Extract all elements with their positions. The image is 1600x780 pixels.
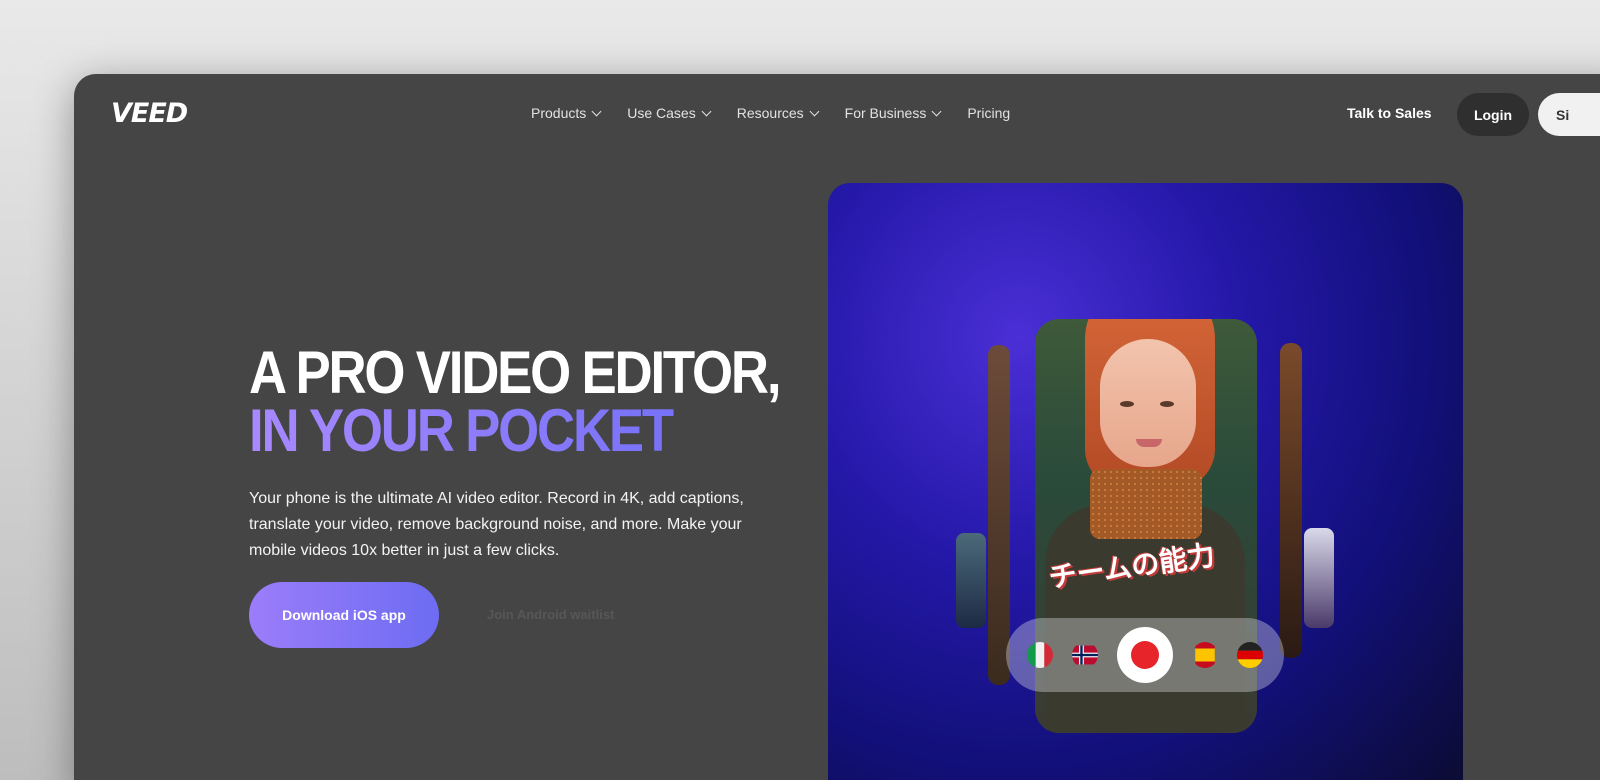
person-face [1100, 339, 1196, 467]
hero-video-preview: チームの能力 [828, 183, 1463, 780]
person-collar [1090, 469, 1202, 539]
eye [1120, 401, 1134, 407]
side-card [956, 533, 986, 628]
menu-label: Resources [736, 105, 804, 121]
chevron-down-icon [809, 106, 820, 116]
germany-flag-icon[interactable] [1236, 642, 1263, 668]
menu-label: Products [531, 105, 587, 121]
record-button[interactable] [1116, 627, 1173, 683]
main-menu: Products Use Cases Resources For Busines… [531, 105, 1037, 121]
side-card [988, 345, 1010, 685]
menu-label: Use Cases [627, 105, 696, 121]
browser-window: VEED Products Use Cases Resources For Bu… [74, 74, 1600, 780]
menu-pricing[interactable]: Pricing [967, 105, 1010, 121]
menu-products[interactable]: Products [531, 105, 602, 121]
menu-for-business[interactable]: For Business [844, 105, 942, 121]
android-waitlist-link[interactable]: Join Android waitlist [487, 607, 614, 622]
hero-title-line2: IN YOUR POCKET [249, 401, 779, 461]
chevron-down-icon [701, 106, 712, 116]
chevron-down-icon [931, 106, 942, 116]
login-button[interactable]: Login [1457, 93, 1529, 136]
language-flag-bar [1006, 618, 1284, 692]
chevron-down-icon [591, 106, 602, 116]
signup-button[interactable]: Si [1538, 93, 1600, 136]
menu-use-cases[interactable]: Use Cases [627, 105, 712, 121]
menu-label: Pricing [967, 105, 1011, 121]
veed-logo[interactable]: VEED [111, 98, 188, 129]
hero-title-line1: A PRO VIDEO EDITOR, [249, 339, 781, 406]
download-ios-button[interactable]: Download iOS app [249, 582, 439, 648]
spain-flag-icon[interactable] [1192, 642, 1218, 668]
italy-flag-icon[interactable] [1027, 642, 1054, 668]
norway-flag-icon[interactable] [1072, 642, 1099, 668]
mouth [1136, 439, 1162, 447]
top-nav: VEED Products Use Cases Resources For Bu… [74, 74, 1600, 154]
talk-to-sales-link[interactable]: Talk to Sales [1347, 105, 1432, 121]
side-card [1280, 343, 1302, 658]
menu-label: For Business [844, 105, 927, 121]
record-dot-icon [1130, 641, 1159, 669]
side-card [1304, 528, 1334, 628]
eye [1160, 401, 1174, 407]
menu-resources[interactable]: Resources [736, 105, 820, 121]
hero-title: A PRO VIDEO EDITOR, IN YOUR POCKET [249, 339, 781, 461]
hero-description: Your phone is the ultimate AI video edit… [249, 490, 744, 559]
